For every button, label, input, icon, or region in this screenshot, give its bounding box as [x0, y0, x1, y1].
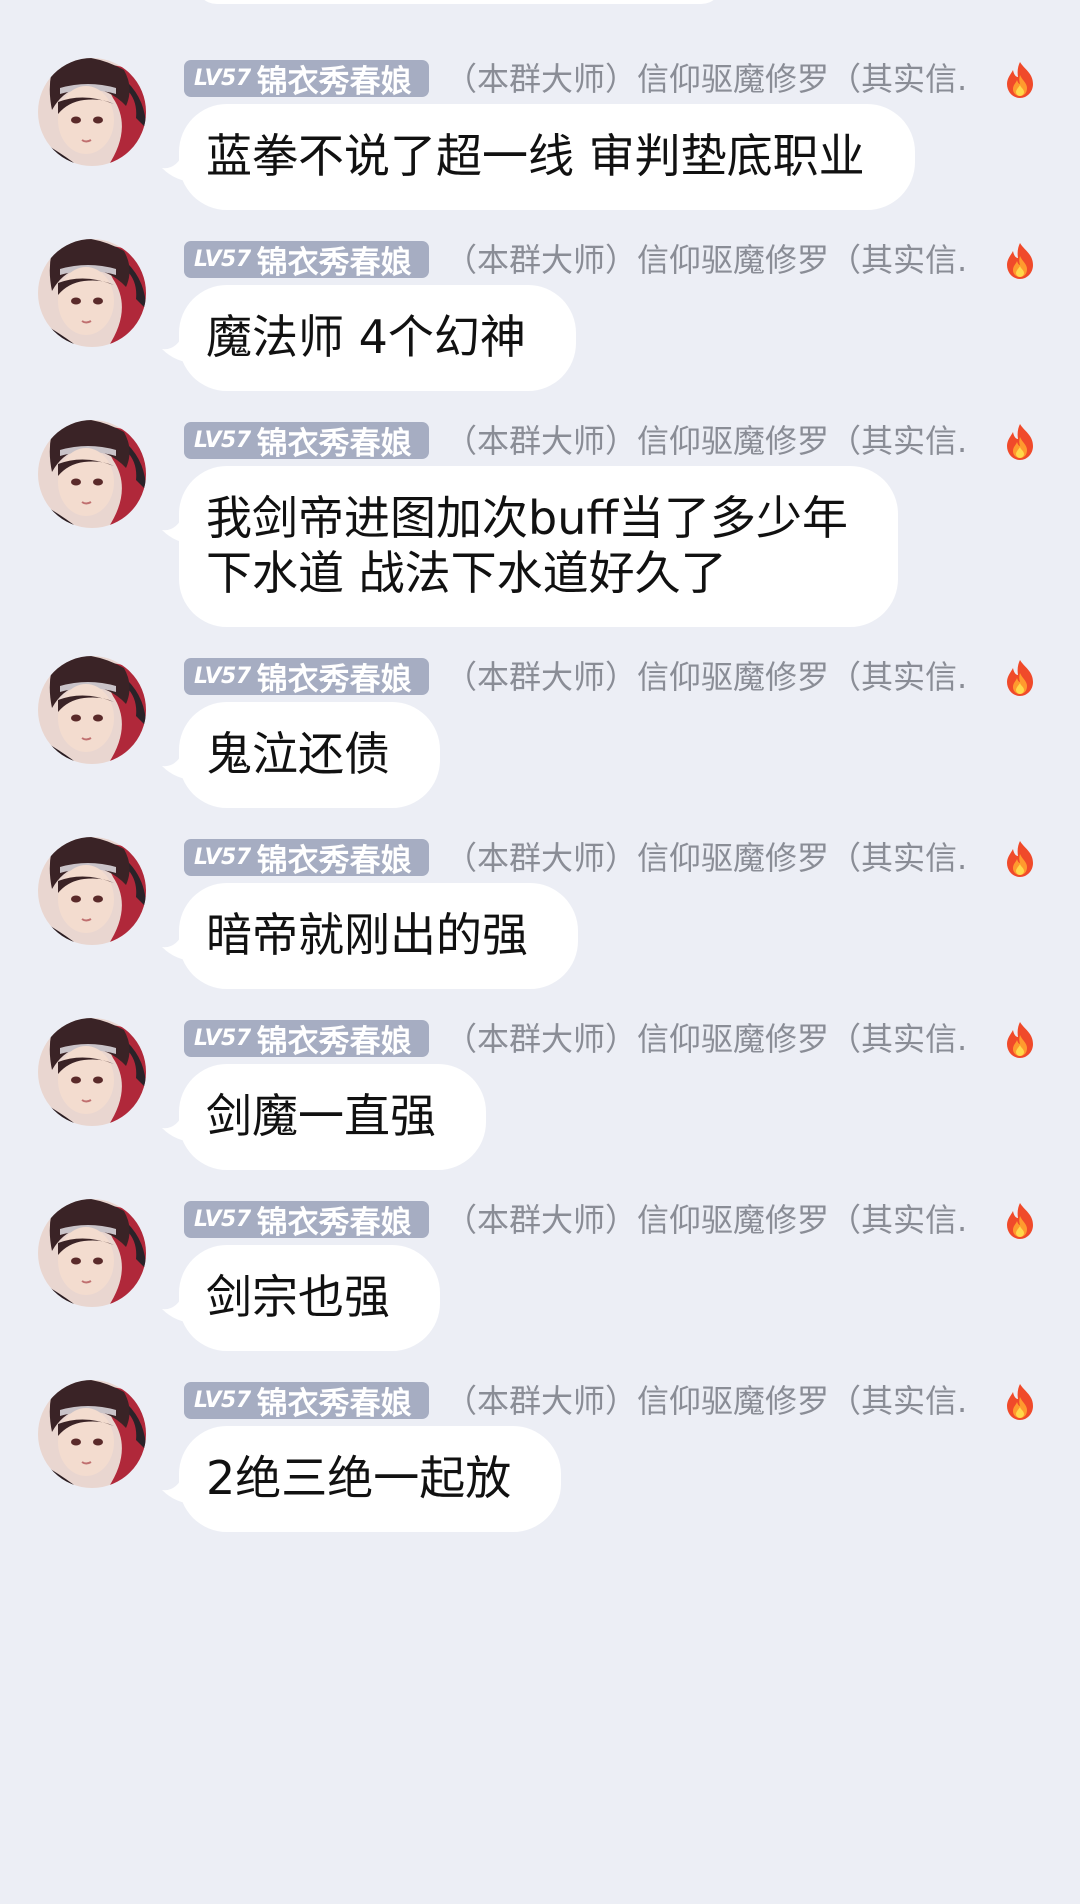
previous-message-bubble[interactable]	[195, 0, 723, 4]
fire-icon[interactable]	[999, 1381, 1041, 1423]
sender-avatar[interactable]	[38, 1380, 146, 1488]
message-bubble[interactable]: 魔法师 4个幻神	[179, 285, 576, 391]
message-bubble[interactable]: 剑魔一直强	[179, 1064, 486, 1170]
level-nickname-badge[interactable]: LV57 锦衣秀春娘	[184, 1020, 429, 1057]
message-bubble[interactable]: 我剑帝进图加次buff当了多少年 下水道 战法下水道好久了	[179, 466, 899, 627]
sender-nickname: 锦衣秀春娘	[256, 1024, 412, 1057]
level-nickname-badge[interactable]: LV57 锦衣秀春娘	[184, 1201, 429, 1238]
sender-group-title: （本群大师）信仰驱魔修罗（其实信...	[445, 1020, 970, 1058]
sender-nickname: 锦衣秀春娘	[256, 1386, 412, 1419]
sender-nickname: 锦衣秀春娘	[256, 245, 412, 278]
sender-avatar[interactable]	[38, 420, 146, 528]
fire-icon[interactable]	[999, 421, 1041, 463]
sender-nickname: 锦衣秀春娘	[256, 64, 412, 97]
sender-nickname: 锦衣秀春娘	[256, 1205, 412, 1238]
level-nickname-badge[interactable]: LV57 锦衣秀春娘	[184, 658, 429, 695]
message-bubble[interactable]: 2绝三绝一起放	[179, 1426, 562, 1532]
message-bubble[interactable]: 鬼泣还债	[179, 702, 440, 808]
sender-group-title: （本群大师）信仰驱魔修罗（其实信...	[445, 241, 970, 279]
sender-avatar[interactable]	[38, 656, 146, 764]
level-nickname-badge[interactable]: LV57 锦衣秀春娘	[184, 1382, 429, 1419]
sender-group-title: （本群大师）信仰驱魔修罗（其实信...	[445, 1382, 970, 1420]
fire-icon[interactable]	[999, 657, 1041, 699]
sender-avatar[interactable]	[38, 239, 146, 347]
level-label: LV57	[194, 1207, 251, 1232]
level-label: LV57	[194, 1026, 251, 1051]
sender-group-title: （本群大师）信仰驱魔修罗（其实信...	[445, 1201, 970, 1239]
fire-icon[interactable]	[999, 1019, 1041, 1061]
sender-avatar[interactable]	[38, 1018, 146, 1126]
fire-icon[interactable]	[999, 59, 1041, 101]
level-nickname-badge[interactable]: LV57 锦衣秀春娘	[184, 422, 429, 459]
sender-nickname: 锦衣秀春娘	[256, 662, 412, 695]
sender-nickname: 锦衣秀春娘	[256, 426, 412, 459]
level-nickname-badge[interactable]: LV57 锦衣秀春娘	[184, 839, 429, 876]
level-label: LV57	[194, 428, 251, 453]
fire-icon[interactable]	[999, 240, 1041, 282]
level-label: LV57	[194, 247, 251, 272]
message-bubble[interactable]: 蓝拳不说了超一线 审判垫底职业	[179, 104, 915, 210]
level-label: LV57	[194, 1388, 251, 1413]
level-label: LV57	[194, 66, 251, 91]
sender-avatar[interactable]	[38, 837, 146, 945]
sender-group-title: （本群大师）信仰驱魔修罗（其实信...	[445, 60, 970, 98]
sender-avatar[interactable]	[38, 1199, 146, 1307]
sender-group-title: （本群大师）信仰驱魔修罗（其实信...	[445, 658, 970, 696]
sender-group-title: （本群大师）信仰驱魔修罗（其实信...	[445, 422, 970, 460]
level-label: LV57	[194, 664, 251, 689]
message-bubble[interactable]: 暗帝就刚出的强	[179, 883, 578, 989]
fire-icon[interactable]	[999, 1200, 1041, 1242]
fire-icon[interactable]	[999, 838, 1041, 880]
sender-nickname: 锦衣秀春娘	[256, 843, 412, 876]
message-bubble[interactable]: 剑宗也强	[179, 1245, 440, 1351]
sender-group-title: （本群大师）信仰驱魔修罗（其实信...	[445, 839, 970, 877]
level-label: LV57	[194, 845, 251, 870]
level-nickname-badge[interactable]: LV57 锦衣秀春娘	[184, 60, 429, 97]
sender-avatar[interactable]	[38, 58, 146, 166]
level-nickname-badge[interactable]: LV57 锦衣秀春娘	[184, 241, 429, 278]
